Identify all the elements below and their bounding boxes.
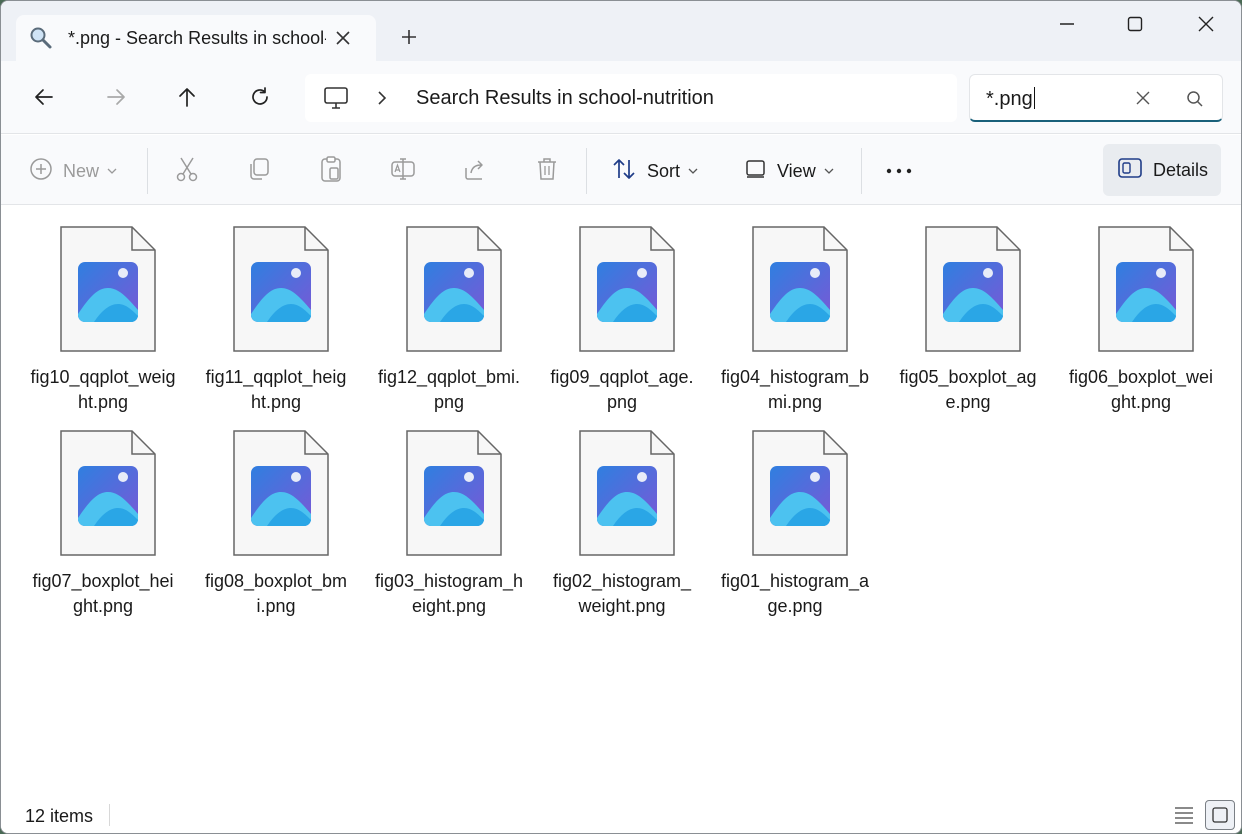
title-bar: *.png - Search Results in school-nutriti… (1, 1, 1241, 61)
view-icon (745, 158, 767, 185)
clipboard-icon (318, 155, 344, 188)
chevron-down-icon (824, 162, 834, 180)
chevron-down-icon (107, 162, 117, 180)
search-icon (28, 25, 54, 51)
item-count: 12 items (25, 806, 94, 826)
image-file-icon (406, 226, 502, 352)
sort-button[interactable]: Sort (611, 151, 698, 191)
back-arrow-icon[interactable] (26, 79, 62, 115)
trash-icon (534, 156, 560, 187)
details-view-icon[interactable] (1171, 802, 1197, 828)
file-item[interactable]: fig11_qqplot_height.png (201, 206, 351, 412)
file-name: fig10_qqplot_weight.png (30, 367, 176, 412)
image-file-icon (233, 430, 329, 556)
image-file-icon (406, 430, 502, 556)
minimize-icon[interactable] (1044, 7, 1090, 41)
refresh-icon[interactable] (242, 79, 278, 115)
copy-icon (246, 156, 272, 187)
navigation-bar: Search Results in school-nutrition *.png (1, 61, 1241, 134)
plus-circle-icon (29, 157, 53, 186)
image-file-icon (60, 226, 156, 352)
file-item[interactable]: fig09_qqplot_age.png (547, 206, 697, 412)
search-box[interactable]: *.png (969, 74, 1223, 122)
search-input[interactable]: *.png (986, 87, 1035, 111)
sort-arrows-icon (611, 156, 637, 187)
computer-icon[interactable] (323, 86, 349, 110)
breadcrumb[interactable]: Search Results in school-nutrition (416, 87, 714, 110)
divider (861, 148, 862, 194)
details-pane-icon (1117, 157, 1143, 184)
image-file-icon (579, 226, 675, 352)
rename-icon (390, 156, 416, 187)
address-bar[interactable]: Search Results in school-nutrition (305, 74, 957, 122)
chevron-down-icon (688, 162, 698, 180)
command-bar: New Sort View Details (1, 135, 1241, 205)
paste-button[interactable] (318, 151, 344, 191)
file-name: fig01_histogram_age.png (720, 571, 870, 616)
image-file-icon (233, 226, 329, 352)
share-icon (462, 156, 488, 187)
clear-icon[interactable] (1132, 87, 1154, 109)
new-label: New (63, 160, 100, 181)
file-name: fig11_qqplot_height.png (205, 367, 347, 412)
file-item[interactable]: fig10_qqplot_weight.png (28, 206, 178, 412)
maximize-icon[interactable] (1112, 7, 1158, 41)
file-item[interactable]: fig01_histogram_age.png (720, 410, 870, 616)
chevron-right-icon[interactable] (375, 88, 389, 108)
file-item[interactable]: fig05_boxplot_age.png (893, 206, 1043, 412)
view-label: View (777, 160, 816, 181)
details-pane-button[interactable]: Details (1103, 144, 1221, 196)
file-name: fig03_histogram_height.png (374, 571, 524, 616)
share-button[interactable] (462, 151, 488, 191)
image-file-icon (60, 430, 156, 556)
file-item[interactable]: fig12_qqplot_bmi.png (374, 206, 524, 412)
file-name: fig12_qqplot_bmi.png (377, 367, 521, 412)
file-name: fig08_boxplot_bmi.png (204, 571, 348, 616)
tab-search-results[interactable]: *.png - Search Results in school-nutriti… (16, 15, 376, 61)
status-bar: 12 items (1, 796, 1241, 833)
scissors-icon (174, 155, 200, 188)
rename-button[interactable] (390, 151, 416, 191)
file-item[interactable]: fig08_boxplot_bmi.png (201, 410, 351, 616)
file-item[interactable]: fig02_histogram_weight.png (547, 410, 697, 616)
file-item[interactable]: fig03_histogram_height.png (374, 410, 524, 616)
file-item[interactable]: fig04_histogram_bmi.png (720, 206, 870, 412)
view-button[interactable]: View (745, 151, 834, 191)
divider (109, 804, 110, 826)
more-options-button[interactable] (885, 151, 913, 191)
file-name: fig04_histogram_bmi.png (720, 367, 870, 412)
tab-title: *.png - Search Results in school-nutriti… (68, 28, 326, 48)
search-icon[interactable] (1184, 88, 1206, 110)
file-name: fig06_boxplot_weight.png (1068, 367, 1214, 412)
sort-label: Sort (647, 160, 681, 181)
delete-button[interactable] (534, 151, 560, 191)
image-file-icon (1098, 226, 1194, 352)
divider (147, 148, 148, 194)
file-name: fig09_qqplot_age.png (550, 367, 694, 412)
new-button[interactable]: New (29, 151, 117, 191)
forward-arrow-icon[interactable] (98, 79, 134, 115)
image-file-icon (925, 226, 1021, 352)
file-item[interactable]: fig06_boxplot_weight.png (1066, 206, 1216, 412)
file-explorer-window: *.png - Search Results in school-nutriti… (0, 0, 1242, 834)
copy-button[interactable] (246, 151, 272, 191)
new-tab-icon[interactable] (395, 23, 423, 51)
up-arrow-icon[interactable] (169, 79, 205, 115)
file-name: fig07_boxplot_height.png (32, 571, 174, 616)
file-item[interactable]: fig07_boxplot_height.png (28, 410, 178, 616)
close-icon[interactable] (1183, 7, 1229, 41)
image-file-icon (752, 430, 848, 556)
large-icons-view-icon[interactable] (1205, 800, 1235, 830)
cut-button[interactable] (174, 151, 200, 191)
file-name: fig05_boxplot_age.png (899, 367, 1037, 412)
search-query: *.png (986, 88, 1033, 110)
more-dots-icon (885, 162, 913, 180)
divider (586, 148, 587, 194)
file-grid: fig10_qqplot_weight.png fig11_qqplot_heig… (1, 206, 1241, 796)
file-name: fig02_histogram_weight.png (552, 571, 692, 616)
image-file-icon (752, 226, 848, 352)
image-file-icon (579, 430, 675, 556)
close-tab-icon[interactable] (330, 25, 356, 51)
details-label: Details (1153, 159, 1209, 180)
